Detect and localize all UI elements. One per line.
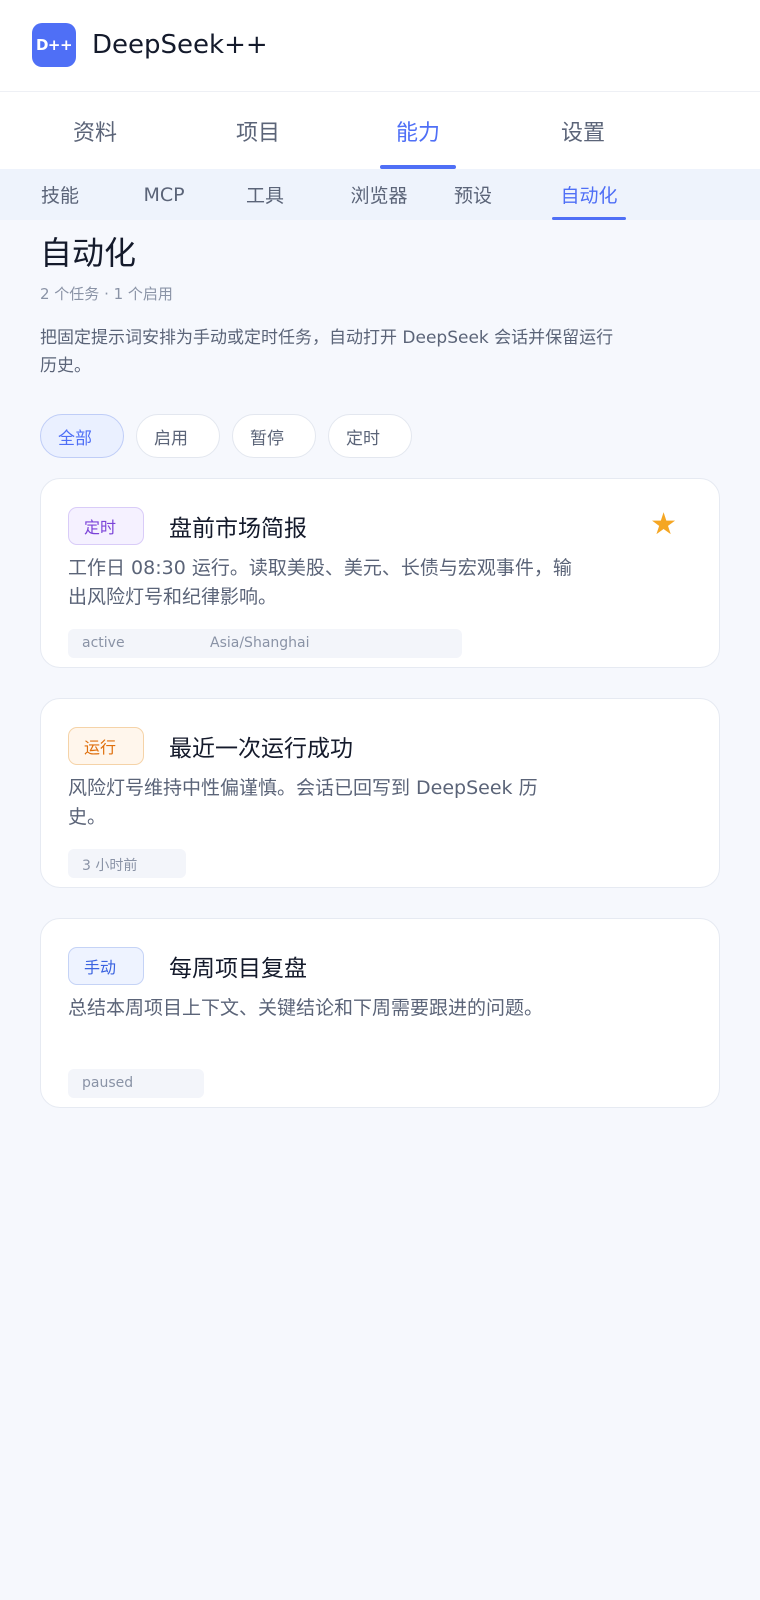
subtab-label: 工具 <box>245 185 284 207</box>
card-title: 最近一次运行成功 <box>169 736 353 762</box>
subtab-skills[interactable]: 技能 <box>40 169 80 220</box>
page-description: 把固定提示词安排为手动或定时任务，自动打开 DeepSeek 会话并保留运行历史… <box>40 328 614 376</box>
sub-tabs: 技能 MCP 工具 浏览器 预设 自动化 <box>0 169 760 220</box>
card-tags: paused <box>68 1069 204 1098</box>
tab-label: 资料 <box>72 120 117 146</box>
app-header: D++ DeepSeek++ <box>0 0 760 92</box>
subtab-presets[interactable]: 预设 <box>453 169 493 220</box>
filter-all[interactable]: 全部 <box>40 414 124 458</box>
task-count: 2 个任务 · 1 个启用 <box>40 285 173 303</box>
tag-status: active <box>82 635 125 651</box>
tag-timezone: Asia/Shanghai <box>210 635 310 651</box>
card-title: 每周项目复盘 <box>169 956 307 982</box>
subtab-label: MCP <box>143 183 185 206</box>
tab-settings[interactable]: 设置 <box>500 92 666 169</box>
status-badge: 手动 <box>68 947 144 985</box>
automation-card[interactable]: 运行 最近一次运行成功 风险灯号维持中性偏谨慎。会话已回写到 DeepSeek … <box>40 698 720 888</box>
app-logo: D++ <box>32 23 76 67</box>
card-description: 总结本周项目上下文、关键结论和下周需要跟进的问题。 <box>68 997 544 1019</box>
app-title: DeepSeek++ <box>92 30 268 60</box>
card-description: 工作日 08:30 运行。读取美股、美元、长债与宏观事件，输出风险灯号和纪律影响… <box>68 557 572 608</box>
subtab-mcp[interactable]: MCP <box>141 169 187 220</box>
subtab-automation[interactable]: 自动化 <box>552 169 626 220</box>
subtab-label: 技能 <box>40 185 79 207</box>
filter-enabled[interactable]: 启用 <box>136 414 220 458</box>
subtab-browser[interactable]: 浏览器 <box>349 169 409 220</box>
card-tags: 3 小时前 <box>68 849 186 878</box>
automation-card[interactable]: 手动 每周项目复盘 总结本周项目上下文、关键结论和下周需要跟进的问题。 paus… <box>40 918 720 1108</box>
status-badge: 定时 <box>68 507 144 545</box>
filter-paused[interactable]: 暂停 <box>232 414 316 458</box>
card-description: 风险灯号维持中性偏谨慎。会话已回写到 DeepSeek 历史。 <box>68 777 538 828</box>
card-tags: active Asia/Shanghai <box>68 629 462 658</box>
tag-status: paused <box>82 1075 134 1091</box>
subtab-label: 预设 <box>453 185 492 207</box>
status-badge: 运行 <box>68 727 144 765</box>
tab-label: 能力 <box>395 120 440 146</box>
subtab-label: 浏览器 <box>350 185 408 207</box>
tab-label: 项目 <box>235 120 280 146</box>
card-title: 盘前市场简报 <box>169 516 307 542</box>
tab-label: 设置 <box>560 120 605 146</box>
subtab-label: 自动化 <box>560 185 618 207</box>
page-title: 自动化 <box>40 234 137 272</box>
main-tabs: 资料 项目 能力 设置 <box>0 92 760 169</box>
tab-capabilities[interactable]: 能力 <box>335 92 501 169</box>
tag-time: 3 小时前 <box>82 858 138 874</box>
subtab-tools[interactable]: 工具 <box>245 169 285 220</box>
tab-projects[interactable]: 项目 <box>175 92 341 169</box>
star-icon[interactable]: ★ <box>650 507 677 542</box>
filter-scheduled[interactable]: 定时 <box>328 414 412 458</box>
tab-profile[interactable]: 资料 <box>12 92 178 169</box>
active-subtab-indicator <box>552 217 626 220</box>
automation-card[interactable]: 定时 盘前市场简报 ★ 工作日 08:30 运行。读取美股、美元、长债与宏观事件… <box>40 478 720 668</box>
